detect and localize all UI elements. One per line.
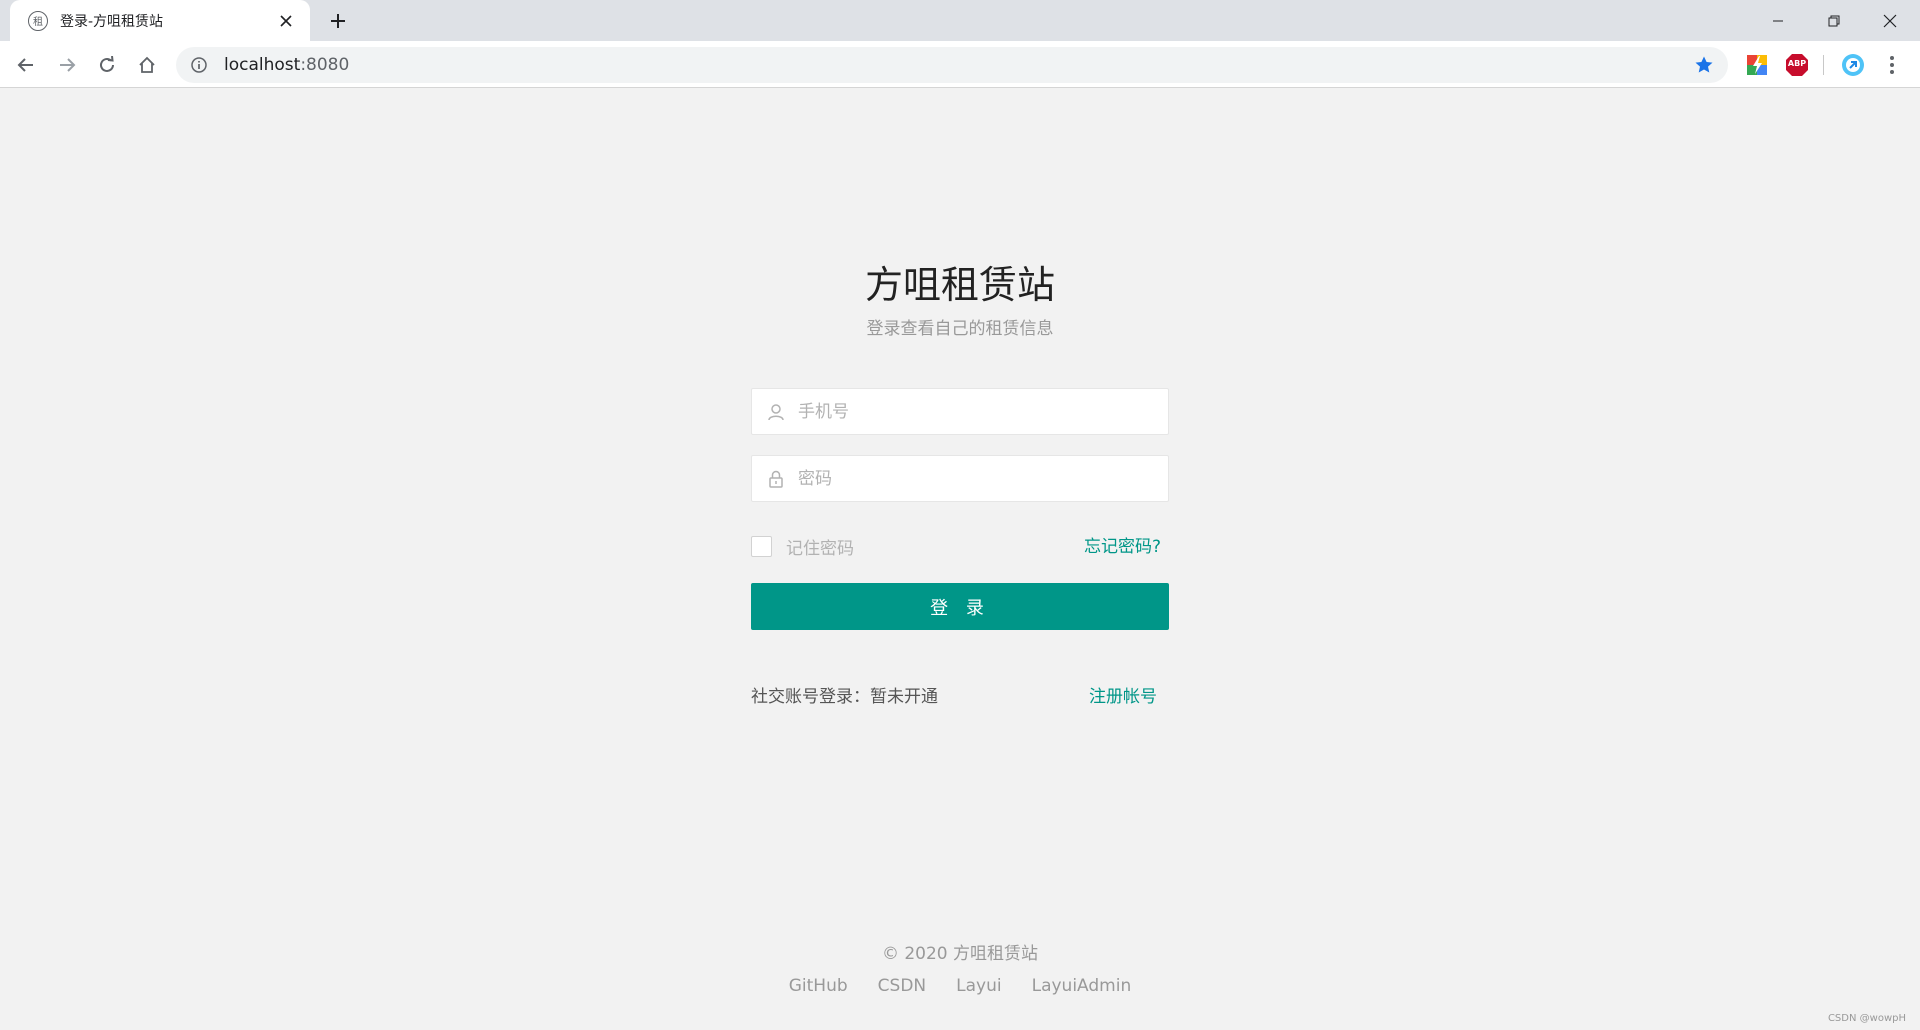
- close-icon: [280, 14, 292, 27]
- register-link[interactable]: 注册帐号: [1089, 682, 1157, 707]
- arrow-left-icon: [17, 58, 33, 72]
- new-tab-button[interactable]: [325, 8, 351, 34]
- arrow-right-icon: [60, 58, 76, 72]
- browser-toolbar: localhost:8080 ABP: [0, 41, 1920, 88]
- form-options-row: 记住密码 忘记密码?: [751, 524, 1169, 564]
- watermark: CSDN @wowpH: [1827, 1013, 1906, 1024]
- tab-close-button[interactable]: [276, 11, 296, 31]
- remember-label: 记住密码: [786, 539, 854, 559]
- forward-button[interactable]: [51, 49, 83, 81]
- site-title: 方咀租赁站: [864, 263, 1055, 307]
- phone-input[interactable]: [798, 389, 1158, 434]
- extension-colorful-icon[interactable]: [1745, 53, 1769, 77]
- adblock-plus-icon[interactable]: ABP: [1785, 53, 1809, 77]
- browser-tab[interactable]: 租 登录-方咀租赁站: [10, 0, 310, 41]
- browser-tab-strip: 租 登录-方咀租赁站: [0, 0, 1920, 41]
- reload-icon: [100, 56, 114, 72]
- social-row: 社交账号登录：暂未开通 注册帐号: [751, 682, 1169, 712]
- minimize-icon: [1773, 20, 1783, 21]
- profile-avatar-icon[interactable]: [1841, 53, 1865, 77]
- address-url: localhost:8080: [224, 55, 349, 75]
- password-input[interactable]: [798, 456, 1158, 501]
- abp-label: ABP: [1787, 59, 1807, 68]
- footer-link-csdn[interactable]: CSDN: [878, 976, 926, 996]
- reload-button[interactable]: [91, 49, 123, 81]
- forgot-password-link[interactable]: 忘记密码?: [1084, 532, 1161, 557]
- more-menu-icon[interactable]: [1880, 53, 1904, 77]
- login-page: 方咀租赁站 登录查看自己的租赁信息 记住密码 忘记密码? 登 录 社交账号登录：…: [0, 89, 1920, 1030]
- tab-title: 登录-方咀租赁站: [60, 13, 164, 30]
- close-icon: [1883, 14, 1897, 27]
- plus-icon: [331, 14, 345, 28]
- window-close-button[interactable]: [1862, 0, 1918, 41]
- remember-password[interactable]: 记住密码: [751, 534, 854, 559]
- password-field: [751, 455, 1169, 502]
- login-form: 记住密码 忘记密码? 登 录 社交账号登录：暂未开通 注册帐号: [751, 388, 1169, 712]
- footer-link-github[interactable]: GitHub: [789, 976, 848, 996]
- login-button[interactable]: 登 录: [751, 583, 1169, 630]
- site-subtitle: 登录查看自己的租赁信息: [866, 319, 1054, 339]
- social-login-text: 社交账号登录：暂未开通: [751, 687, 938, 707]
- footer-copyright: © 2020 方咀租赁站: [881, 944, 1039, 964]
- lock-icon: [769, 470, 783, 488]
- toolbar-divider: [1823, 55, 1824, 75]
- address-bar[interactable]: localhost:8080: [176, 47, 1728, 83]
- phone-field: [751, 388, 1169, 435]
- user-icon: [768, 404, 784, 421]
- home-icon: [139, 56, 155, 73]
- footer-link-layui[interactable]: Layui: [956, 976, 1001, 996]
- url-port: :8080: [300, 55, 350, 75]
- url-host: localhost: [224, 55, 301, 75]
- back-button[interactable]: [10, 49, 42, 81]
- restore-icon: [1828, 15, 1840, 26]
- remember-checkbox[interactable]: [751, 536, 772, 557]
- info-icon[interactable]: [190, 56, 208, 74]
- bookmark-star-icon[interactable]: [1694, 55, 1714, 75]
- footer-link-layuiadmin[interactable]: LayuiAdmin: [1032, 976, 1132, 996]
- restore-button[interactable]: [1806, 0, 1862, 41]
- footer-links: GitHub CSDN Layui LayuiAdmin: [0, 976, 1920, 996]
- tab-favicon-icon: 租: [28, 10, 48, 31]
- home-button[interactable]: [131, 49, 163, 81]
- minimize-button[interactable]: [1750, 0, 1806, 41]
